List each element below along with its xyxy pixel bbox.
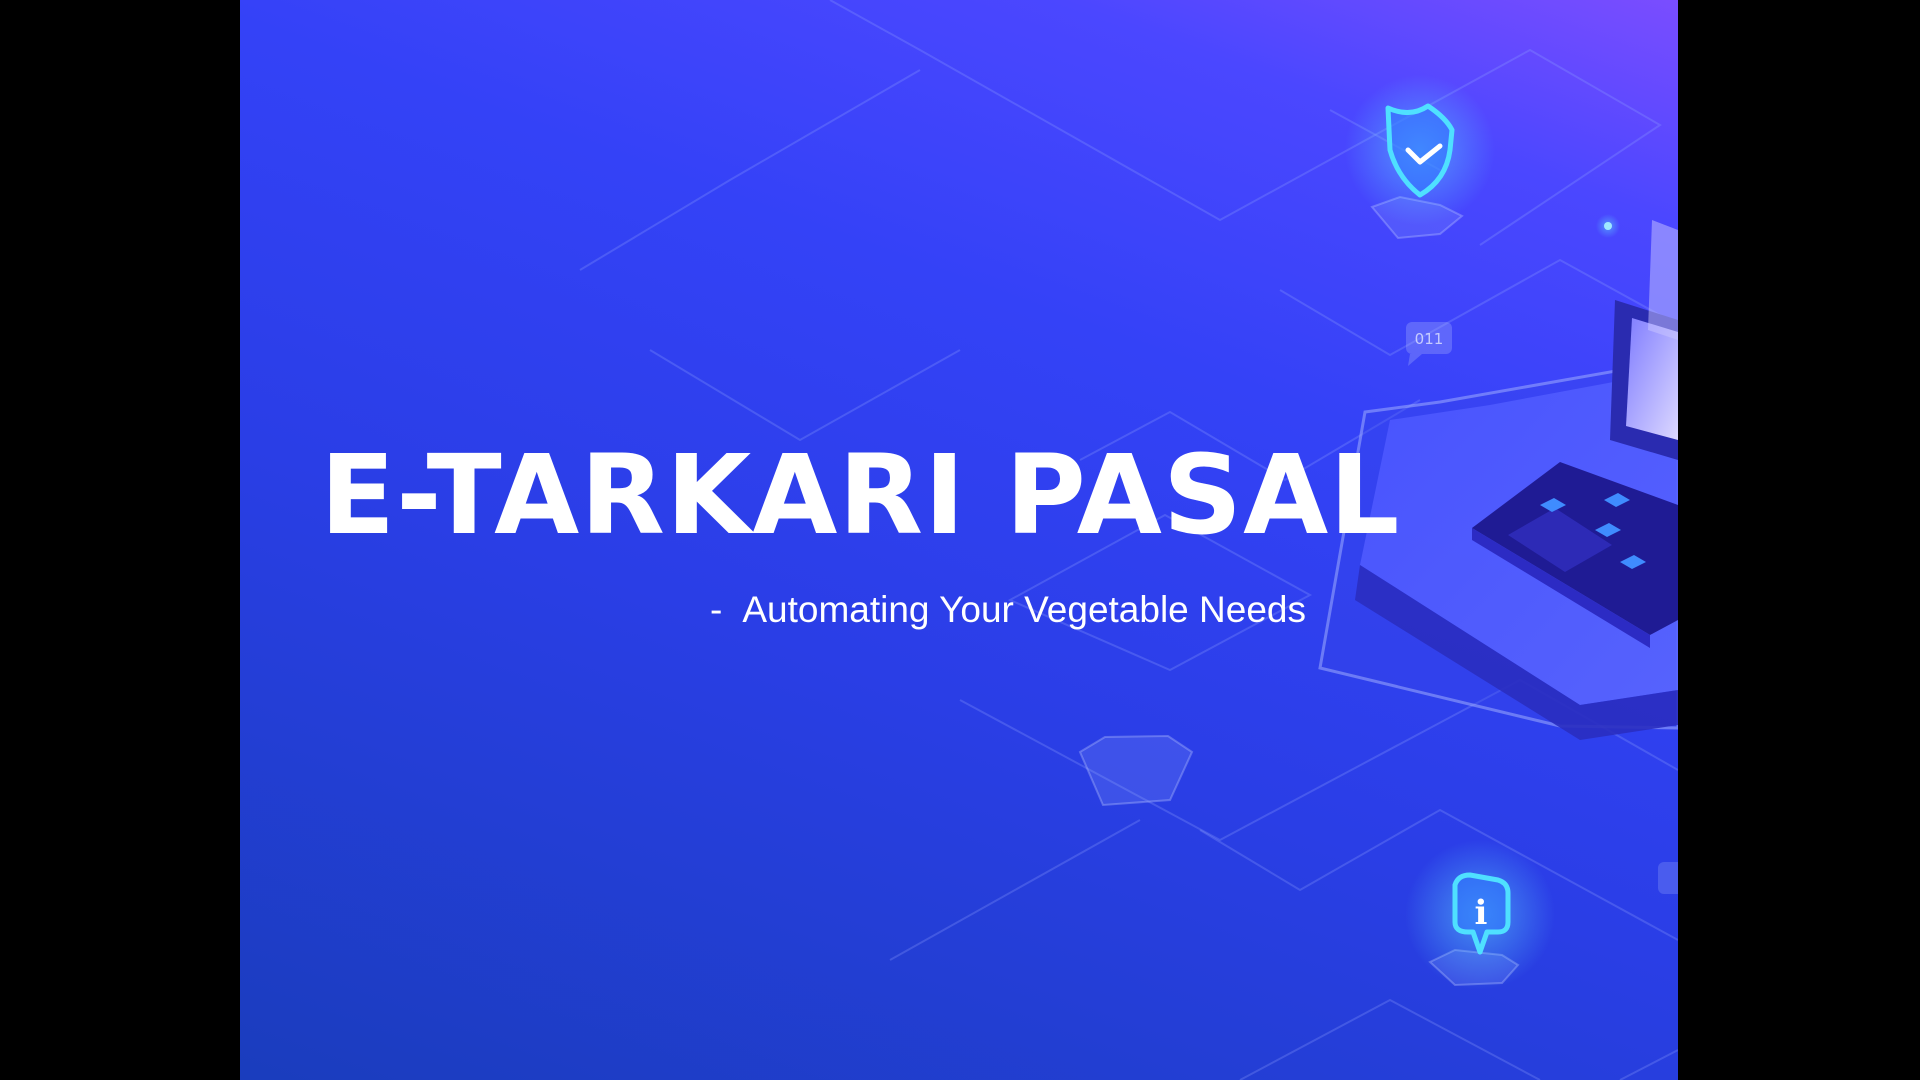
- slide-subtitle: - Automating Your Vegetable Needs: [710, 588, 1350, 632]
- code-bubble-label: 011: [1415, 330, 1444, 348]
- code-bubble-icon: 011: [1406, 322, 1452, 366]
- edge-bubble-icon: [1658, 862, 1678, 894]
- info-icon-glyph: i: [1475, 893, 1488, 933]
- slide-title: E-TARKARI PASAL: [320, 431, 1401, 559]
- subtitle-text: Automating Your Vegetable Needs: [742, 589, 1306, 630]
- presentation-slide: 011 i E-TARKARI PASAL - Automating Your …: [240, 0, 1678, 1080]
- info-bubble-icon: i: [1405, 840, 1555, 990]
- subtitle-dash: -: [710, 589, 723, 630]
- shield-check-icon: [1345, 75, 1495, 225]
- viewport: 011 i E-TARKARI PASAL - Automating Your …: [0, 0, 1920, 1080]
